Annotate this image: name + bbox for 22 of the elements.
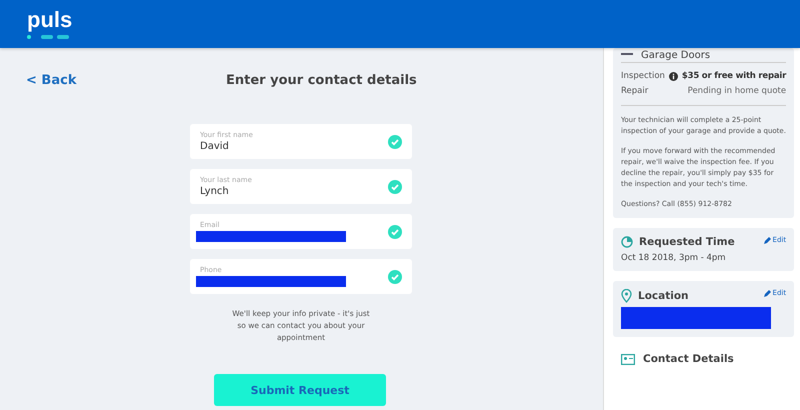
price-label: Repair [621, 85, 648, 98]
location-pin-icon [621, 289, 632, 303]
pencil-icon [764, 290, 771, 296]
card-title: Location [638, 290, 689, 302]
card-value: Oct 18 2018, 3pm - 4pm [621, 253, 727, 263]
info-icon[interactable] [668, 72, 678, 81]
section-title: Contact Details [643, 353, 734, 365]
clock-icon [621, 236, 633, 248]
submit-button[interactable]: Submit Request [214, 374, 386, 406]
logo[interactable]: puls [27, 8, 72, 32]
price-value: $35 or free with repair [682, 70, 786, 83]
id-card-icon [621, 354, 635, 364]
field-value: Lynch [200, 186, 230, 197]
price-value: Pending in home quote [688, 85, 786, 98]
service-title: Garage Doors [641, 50, 710, 60]
pencil-icon [764, 236, 771, 244]
price-label: Inspection [621, 70, 665, 83]
card-title: Requested Time [639, 236, 735, 248]
page-title: Enter your contact details [226, 72, 417, 88]
logo-dots-icon [27, 34, 69, 40]
field-value: David [200, 141, 230, 152]
back-link[interactable]: < Back [26, 72, 226, 88]
